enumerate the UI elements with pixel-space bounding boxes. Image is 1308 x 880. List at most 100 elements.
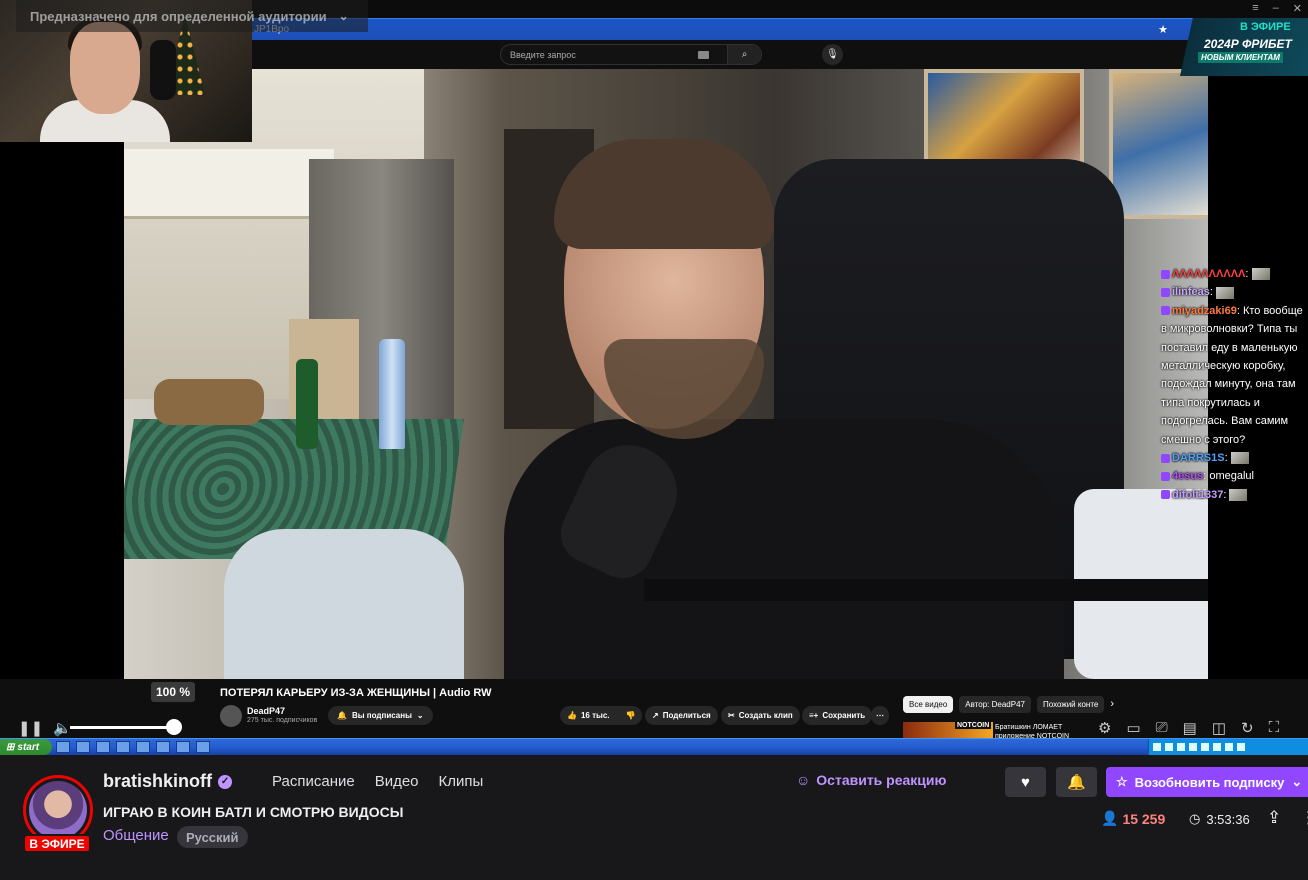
share-icon[interactable]: ⇪ [1267,808,1281,828]
player-left-controls: ❚❚ 🔈 [18,719,72,737]
tray-icon[interactable] [1165,743,1173,751]
fullscreen-icon[interactable]: ⛶ [1269,719,1280,737]
uptime-value: 3:53:36 [1206,811,1250,827]
thumbs-up-icon: 👍 [567,711,577,720]
window-controls: ≡ – ✕ [1252,2,1302,15]
tab-schedule[interactable]: Расписание [272,773,355,790]
bell-icon: 🔔 [1067,774,1086,791]
theater-icon[interactable]: ◫ [1212,719,1226,737]
more-options-icon[interactable]: ⋮ [1300,808,1308,828]
clock-icon: ◷ [1189,811,1201,826]
tray-icon[interactable] [1225,743,1233,751]
chip-all-videos[interactable]: Все видео [903,696,954,713]
chevron-down-icon: ⌄ [416,711,424,720]
video-streamer-hair [554,139,774,249]
tray-icon[interactable] [1177,743,1185,751]
tray-icon[interactable] [1213,743,1221,751]
search-icon[interactable]: ⌕ [727,45,761,64]
tab-videos[interactable]: Видео [375,773,419,790]
tray-icon[interactable] [1189,743,1197,751]
chat-username[interactable]: DARRS1S [1172,452,1225,464]
subscribed-button[interactable]: 🔔 Вы подписаны ⌄ [328,706,433,725]
webcam-face [70,22,140,114]
pause-icon[interactable]: ❚❚ [18,719,43,737]
save-label: Сохранить [822,711,866,720]
tray-icon[interactable] [1237,743,1245,751]
star-icon: ☆ [1116,774,1128,789]
taskbar-app-icon[interactable] [96,741,110,753]
subscribed-label: Вы подписаны [351,711,412,720]
video-player[interactable]: ≡ – ✕ JP1Bpo ★ Введите запрос ⌕ 🎙 Пре [0,0,1308,755]
chat-text: Кто вообще в микроволновки? Типа ты пост… [1161,304,1303,446]
channel-subscribers: 275 тыс. подписчиков [247,717,318,724]
taskbar-app-icon[interactable] [176,741,190,753]
menu-icon[interactable]: ≡ [1252,2,1258,15]
ad-amount: 2024Р ФРИБЕТ [1204,37,1292,51]
taskbar-app-icon[interactable] [76,741,90,753]
scissors-icon: ✂ [728,711,735,720]
recommendation-chips: Все видео Автор: DeadP47 Похожий конте › [903,696,1114,713]
language-tag[interactable]: Русский [177,826,248,848]
chevron-down-icon[interactable]: ⌄ [339,9,349,23]
microphone-icon[interactable]: 🎙 [822,44,843,65]
volume-slider-knob[interactable] [166,719,182,735]
chat-emote-icon [1230,452,1249,465]
volume-slider[interactable] [70,726,180,729]
taskbar-app-icon[interactable] [56,741,70,753]
webcam-microphone [150,40,176,100]
ad-live-label: В ЭФИРЕ [1240,21,1291,33]
follow-button[interactable]: ♥ [1005,767,1046,797]
chat-username[interactable]: 4esus [1172,470,1203,482]
taskbar-app-icon[interactable] [116,741,130,753]
save-button[interactable]: ≡+ Сохранить [802,706,873,725]
clip-button[interactable]: ✂ Создать клип [721,706,800,725]
like-button[interactable]: 👍 16 тыс. 👎 [560,706,643,725]
keyboard-icon[interactable] [698,51,709,59]
chat-username[interactable]: ilinfeas [1172,286,1210,298]
settings-icon[interactable]: ⚙ [1098,719,1111,737]
channel-name[interactable]: DeadP47 [247,706,285,716]
tab-clips[interactable]: Клипы [439,773,484,790]
taskbar-app-icon[interactable] [196,741,210,753]
more-actions-button[interactable]: ⋯ [871,706,889,725]
thumbs-down-icon[interactable]: 👎 [626,711,636,720]
stream-category[interactable]: Общение [103,827,169,844]
audience-warning: Предназначено для определенной аудитории… [16,0,368,32]
close-icon[interactable]: ✕ [1293,2,1302,15]
search-input[interactable]: Введите запрос ⌕ [500,44,762,65]
start-button[interactable]: ⊞ start [0,739,52,755]
chat-badge-icon [1161,306,1170,316]
chip-similar[interactable]: Похожий конте [1036,696,1105,713]
chat-badge-icon [1161,490,1170,500]
rotate-icon[interactable]: ↻ [1241,719,1254,737]
bookmark-icon[interactable]: ★ [1158,23,1168,36]
notifications-button[interactable]: 🔔 [1056,767,1097,797]
minimize-icon[interactable]: – [1273,2,1279,15]
person-icon: 👤 [1101,810,1119,826]
chat-username[interactable]: miyadzaki69 [1172,305,1237,317]
viewer-count: 👤 15 259 [1101,810,1165,827]
streamer-name[interactable]: bratishkinoff [103,771,212,792]
tray-icon[interactable] [1201,743,1209,751]
react-label: Оставить реакцию [816,772,947,788]
chat-username[interactable]: ΛΛΛΛΛΛΛΛΛΛ [1172,268,1245,280]
bell-icon: 🔔 [337,711,347,720]
audience-label: Предназначено для определенной аудитории [30,8,327,24]
chevron-right-icon[interactable]: › [1110,696,1114,713]
video-bottle [379,339,405,449]
chat-username[interactable]: difolt1337 [1172,489,1223,501]
share-button[interactable]: ↗ Поделиться [645,706,718,725]
cast-icon[interactable]: ⎚ [1156,719,1168,737]
react-button[interactable]: ☺ Оставить реакцию [796,772,946,788]
tray-icon[interactable] [1153,743,1161,751]
stream-title: ИГРАЮ В КОИН БАТЛ И СМОТРЮ ВИДОСЫ [103,804,404,820]
chat-message: 4esus: omegalul [1161,467,1308,485]
channel-avatar[interactable] [220,705,242,727]
taskbar-app-icon[interactable] [136,741,150,753]
clapper-icon[interactable]: ▤ [1183,719,1197,737]
taskbar-app-icon[interactable] [156,741,170,753]
chip-author[interactable]: Автор: DeadP47 [959,696,1031,713]
miniplayer-icon[interactable]: ▭ [1126,719,1140,737]
resubscribe-button[interactable]: ☆ Возобновить подписку ⌄ [1106,767,1308,797]
stream-video[interactable] [124,69,1208,679]
